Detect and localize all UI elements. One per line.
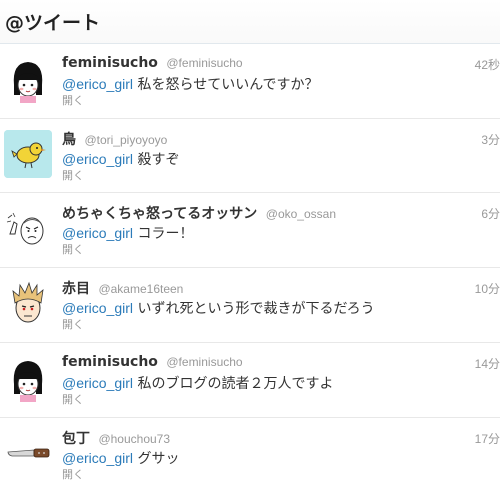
user-name[interactable]: 赤目 (62, 281, 90, 297)
open-link[interactable]: 開く (62, 318, 500, 332)
angry-man-avatar[interactable] (4, 204, 52, 252)
user-handle[interactable]: @feminisucho (166, 56, 242, 70)
user-name[interactable]: 鳥 (62, 132, 76, 148)
mention-link[interactable]: @erico_girl (62, 300, 133, 316)
girl-avatar[interactable] (4, 354, 52, 402)
tweet-body: いずれ死という形で裁きが下るだろう (137, 301, 375, 317)
tweet-item[interactable]: 包丁 @houchou73 @erico_girl グサッ 開く 17分 (0, 418, 500, 484)
tweet-body: 私のブログの読者２万人ですよ (137, 376, 334, 392)
mention-link[interactable]: @erico_girl (62, 76, 133, 92)
open-link[interactable]: 開く (62, 169, 500, 183)
open-link[interactable]: 開く (62, 468, 500, 482)
user-name[interactable]: feminisucho (62, 55, 158, 71)
tweet-content: feminisucho @feminisucho @erico_girl 私のブ… (62, 353, 500, 407)
tweet-timestamp[interactable]: 42秒 (475, 56, 500, 73)
tweet-body: 私を怒らせていいんですか？ (137, 77, 319, 93)
tweet-text: @erico_girl グサッ (62, 448, 500, 468)
user-handle[interactable]: @feminisucho (166, 355, 242, 369)
mention-link[interactable]: @erico_girl (62, 450, 133, 466)
tweet-body: コラー！ (137, 226, 194, 242)
girl-avatar[interactable] (4, 55, 52, 103)
user-name[interactable]: 包丁 (62, 431, 90, 447)
tweet-text: @erico_girl コラー！ (62, 223, 500, 243)
user-handle[interactable]: @oko_ossan (266, 207, 336, 221)
tweet-text: @erico_girl 私を怒らせていいんですか？ (62, 74, 500, 94)
tweet-timestamp[interactable]: 17分 (475, 430, 500, 447)
open-link[interactable]: 開く (62, 393, 500, 407)
tweet-item[interactable]: feminisucho @feminisucho @erico_girl 私を怒… (0, 44, 500, 119)
user-handle[interactable]: @houchou73 (98, 432, 170, 446)
user-handle[interactable]: @tori_piyoyoyo (84, 133, 167, 147)
tweet-content: 赤目 @akame16teen @erico_girl いずれ死という形で裁きが… (62, 278, 500, 332)
page-title: @ツイート (5, 12, 101, 34)
tweet-content: 包丁 @houchou73 @erico_girl グサッ 開く (62, 428, 500, 482)
tweet-item[interactable]: 鳥 @tori_piyoyoyo @erico_girl 殺すぞ 開く 3分 (0, 119, 500, 193)
knife-avatar[interactable] (4, 429, 52, 477)
open-link[interactable]: 開く (62, 243, 500, 257)
tweet-item[interactable]: feminisucho @feminisucho @erico_girl 私のブ… (0, 343, 500, 418)
tweet-content: 鳥 @tori_piyoyoyo @erico_girl 殺すぞ 開く (62, 129, 500, 183)
tweet-body: グサッ (137, 451, 180, 467)
tweet-item[interactable]: 赤目 @akame16teen @erico_girl いずれ死という形で裁きが… (0, 268, 500, 343)
tweet-text: @erico_girl いずれ死という形で裁きが下るだろう (62, 298, 500, 318)
tweet-text: @erico_girl 私のブログの読者２万人ですよ (62, 373, 500, 393)
open-link[interactable]: 開く (62, 94, 500, 108)
mention-link[interactable]: @erico_girl (62, 151, 133, 167)
tweet-content: feminisucho @feminisucho @erico_girl 私を怒… (62, 54, 500, 108)
user-name[interactable]: feminisucho (62, 354, 158, 370)
tweet-text: @erico_girl 殺すぞ (62, 149, 500, 169)
tweet-list: feminisucho @feminisucho @erico_girl 私を怒… (0, 44, 500, 484)
bird-avatar[interactable] (4, 130, 52, 178)
tweet-timestamp[interactable]: 14分 (475, 355, 500, 372)
tweet-item[interactable]: めちゃくちゃ怒ってるオッサン @oko_ossan @erico_girl コラ… (0, 193, 500, 268)
mention-link[interactable]: @erico_girl (62, 375, 133, 391)
tweet-timestamp[interactable]: 10分 (475, 280, 500, 297)
tweet-timestamp[interactable]: 3分 (481, 131, 500, 148)
tweet-content: めちゃくちゃ怒ってるオッサン @oko_ossan @erico_girl コラ… (62, 203, 500, 257)
mention-link[interactable]: @erico_girl (62, 225, 133, 241)
user-handle[interactable]: @akame16teen (98, 282, 183, 296)
spiky-hair-avatar[interactable] (4, 279, 52, 327)
tweet-body: 殺すぞ (137, 152, 180, 168)
timeline-header: @ツイート (0, 0, 500, 44)
tweet-timestamp[interactable]: 6分 (481, 205, 500, 222)
user-name[interactable]: めちゃくちゃ怒ってるオッサン (62, 206, 257, 222)
